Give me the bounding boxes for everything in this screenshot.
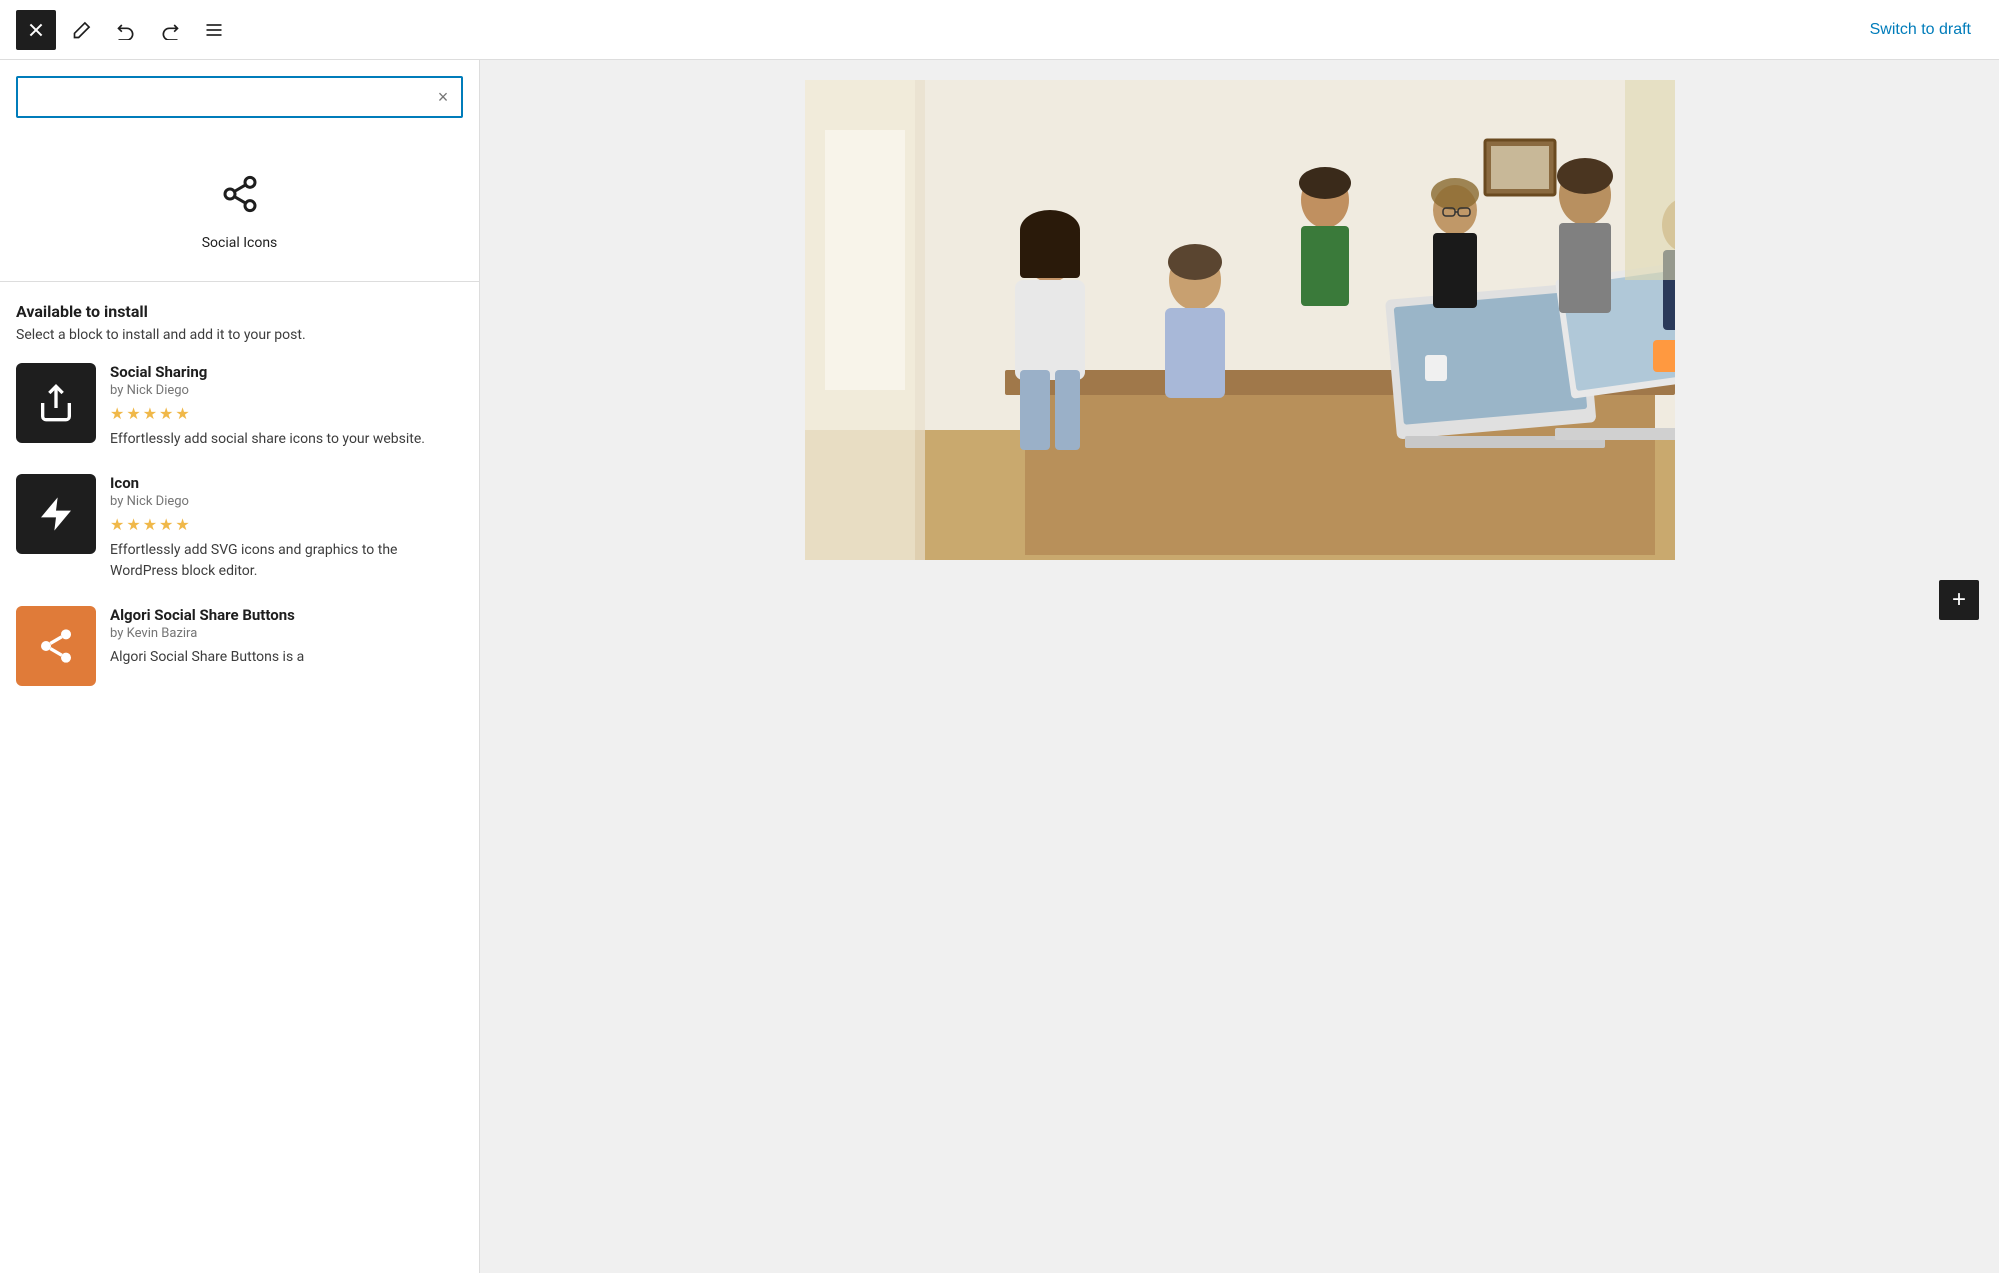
- social-icons-icon: [220, 174, 260, 223]
- plugin-stars-icon: ★ ★ ★ ★ ★: [110, 515, 463, 534]
- team-photo-svg: [805, 80, 1675, 560]
- switch-to-draft-button[interactable]: Switch to draft: [1858, 13, 1983, 47]
- add-block-container: +: [1939, 580, 1979, 620]
- block-result-social-icons[interactable]: Social Icons: [0, 134, 479, 282]
- team-photo: [805, 80, 1675, 560]
- install-section: Available to install Select a block to i…: [0, 282, 479, 730]
- star-2: ★: [126, 404, 140, 423]
- social-sharing-icon: [16, 363, 96, 443]
- plugin-info-social-sharing: Social Sharing by Nick Diego ★ ★ ★ ★ ★ E…: [110, 363, 463, 450]
- undo-button[interactable]: [108, 12, 144, 48]
- plugin-author-icon: by Nick Diego: [110, 494, 463, 509]
- toolbar-right: Switch to draft: [1858, 13, 1983, 47]
- toolbar: Switch to draft: [0, 0, 1999, 60]
- install-section-desc: Select a block to install and add it to …: [16, 327, 463, 343]
- pencil-icon: [72, 20, 92, 40]
- sidebar: social icons × Social Icons Available to…: [0, 60, 480, 1273]
- star-1: ★: [110, 515, 124, 534]
- star-3: ★: [143, 515, 157, 534]
- install-section-title: Available to install: [16, 302, 463, 321]
- plugin-author-algori: by Kevin Bazira: [110, 626, 463, 641]
- add-block-button[interactable]: +: [1939, 580, 1979, 620]
- hamburger-icon: [204, 20, 224, 40]
- plugin-stars: ★ ★ ★ ★ ★: [110, 404, 463, 423]
- plugin-name-algori: Algori Social Share Buttons: [110, 606, 463, 624]
- algori-plugin-icon: [16, 606, 96, 686]
- star-4: ★: [159, 515, 173, 534]
- close-icon: [28, 22, 44, 38]
- block-result-label: Social Icons: [202, 235, 278, 251]
- star-2: ★: [126, 515, 140, 534]
- plugin-name: Social Sharing: [110, 363, 463, 381]
- plugin-name-icon: Icon: [110, 474, 463, 492]
- plugin-desc-icon: Effortlessly add SVG icons and graphics …: [110, 540, 463, 582]
- close-button[interactable]: [16, 10, 56, 50]
- main-layout: social icons × Social Icons Available to…: [0, 60, 1999, 1273]
- content-area: +: [480, 60, 1999, 1273]
- plugin-desc: Effortlessly add social share icons to y…: [110, 429, 463, 450]
- star-5: ★: [175, 515, 189, 534]
- plugin-info-icon: Icon by Nick Diego ★ ★ ★ ★ ★ Effortlessl…: [110, 474, 463, 582]
- search-clear-button[interactable]: ×: [431, 85, 455, 109]
- star-1: ★: [110, 404, 124, 423]
- star-5: ★: [175, 404, 189, 423]
- plugin-desc-algori: Algori Social Share Buttons is a: [110, 647, 463, 668]
- clear-icon: ×: [438, 87, 449, 108]
- plugin-info-algori: Algori Social Share Buttons by Kevin Baz…: [110, 606, 463, 668]
- search-box: social icons ×: [16, 76, 463, 118]
- star-3: ★: [143, 404, 157, 423]
- edit-button[interactable]: [64, 12, 100, 48]
- icon-plugin-icon: [16, 474, 96, 554]
- redo-icon: [160, 20, 180, 40]
- redo-button[interactable]: [152, 12, 188, 48]
- menu-button[interactable]: [196, 12, 232, 48]
- plugin-item-algori[interactable]: Algori Social Share Buttons by Kevin Baz…: [16, 606, 463, 686]
- star-4: ★: [159, 404, 173, 423]
- plugin-item-social-sharing[interactable]: Social Sharing by Nick Diego ★ ★ ★ ★ ★ E…: [16, 363, 463, 450]
- plugin-author: by Nick Diego: [110, 383, 463, 398]
- undo-icon: [116, 20, 136, 40]
- toolbar-left: [16, 10, 1850, 50]
- search-input[interactable]: social icons: [16, 76, 463, 118]
- plugin-item-icon[interactable]: Icon by Nick Diego ★ ★ ★ ★ ★ Effortlessl…: [16, 474, 463, 582]
